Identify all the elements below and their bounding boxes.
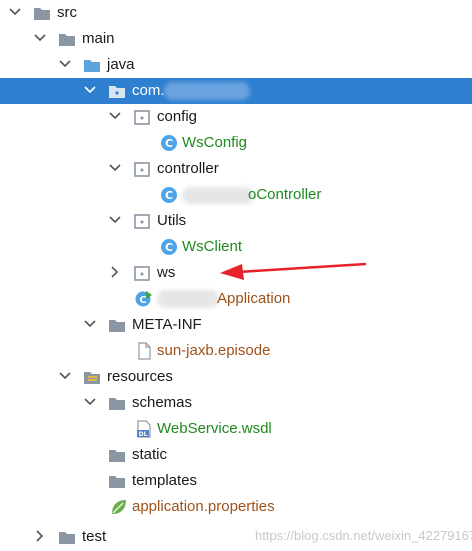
tree-row-controller-class[interactable]: C oController: [0, 182, 472, 208]
class-icon: C: [160, 186, 178, 204]
svg-text:DL: DL: [139, 431, 148, 438]
chevron-down-icon[interactable]: [8, 5, 22, 19]
file-icon: [135, 342, 153, 360]
package-icon: [133, 264, 151, 282]
tree-label-test: test: [82, 528, 107, 545]
tree-row-sun-jaxb[interactable]: sun-jaxb.episode: [0, 338, 472, 364]
class-icon: C: [160, 134, 178, 152]
tree-label-config: config: [157, 108, 198, 125]
tree-row-meta-inf[interactable]: META-INF: [0, 312, 472, 338]
package-icon: [133, 212, 151, 230]
tree-label-java: java: [107, 56, 135, 73]
package-icon: [133, 108, 151, 126]
tree-label-src: src: [57, 4, 77, 21]
chevron-right-icon[interactable]: [108, 265, 122, 279]
chevron-down-icon[interactable]: [108, 213, 122, 227]
watermark-text: https://blog.csdn.net/weixin_42279167: [255, 528, 472, 543]
source-folder-icon: [83, 56, 101, 74]
tree-label-wsconfig: WsConfig: [182, 134, 248, 151]
chevron-down-icon[interactable]: [83, 83, 97, 97]
package-icon: [108, 82, 126, 100]
tree-row-templates[interactable]: templates: [0, 468, 472, 494]
tree-row-schemas[interactable]: schemas: [0, 390, 472, 416]
chevron-right-icon[interactable]: [33, 529, 47, 543]
svg-text:C: C: [139, 295, 146, 306]
red-arrow-annotation: [220, 262, 367, 280]
folder-icon: [33, 4, 51, 22]
tree-row-main[interactable]: main: [0, 26, 472, 52]
tree-row-application[interactable]: C Application: [0, 286, 472, 312]
tree-label-application: Application: [217, 290, 291, 307]
class-icon: C: [160, 238, 178, 256]
tree-row-utils[interactable]: Utils: [0, 208, 472, 234]
folder-icon: [108, 472, 126, 490]
tree-label-schemas: schemas: [132, 394, 193, 411]
redaction-blur: [182, 187, 254, 204]
redaction-blur: [164, 82, 250, 100]
chevron-down-icon[interactable]: [108, 161, 122, 175]
tree-label-controller-class: oController: [248, 186, 322, 203]
folder-icon: [108, 394, 126, 412]
svg-text:C: C: [165, 189, 173, 202]
tree-label-com-package: com.: [132, 82, 165, 99]
chevron-down-icon[interactable]: [108, 109, 122, 123]
tree-row-app-properties[interactable]: application.properties: [0, 494, 472, 520]
tree-row-controller[interactable]: controller: [0, 156, 472, 182]
wsdl-file-icon: DL: [135, 420, 153, 438]
folder-icon: [58, 30, 76, 48]
tree-label-templates: templates: [132, 472, 198, 489]
resources-folder-icon: [83, 368, 101, 386]
tree-label-controller: controller: [157, 160, 219, 177]
tree-row-config[interactable]: config: [0, 104, 472, 130]
tree-label-static: static: [132, 446, 168, 463]
tree-label-wsdl: WebService.wsdl: [157, 420, 272, 437]
tree-label-app-properties: application.properties: [132, 498, 275, 515]
tree-row-src[interactable]: src: [0, 0, 472, 26]
tree-label-wsclient: WsClient: [182, 238, 243, 255]
tree-label-main: main: [82, 30, 115, 47]
folder-icon: [58, 528, 76, 546]
spring-boot-app-icon: C: [135, 290, 153, 308]
tree-label-utils: Utils: [157, 212, 187, 229]
tree-label-meta-inf: META-INF: [132, 316, 202, 333]
chevron-down-icon[interactable]: [58, 369, 72, 383]
tree-label-sun-jaxb: sun-jaxb.episode: [157, 342, 271, 359]
tree-row-resources[interactable]: resources: [0, 364, 472, 390]
tree-label-resources: resources: [107, 368, 173, 385]
spring-leaf-icon: [110, 498, 128, 516]
folder-icon: [108, 316, 126, 334]
chevron-down-icon[interactable]: [58, 57, 72, 71]
package-icon: [133, 160, 151, 178]
chevron-down-icon[interactable]: [33, 31, 47, 45]
tree-row-java[interactable]: java: [0, 52, 472, 78]
tree-row-com-package[interactable]: com.: [0, 78, 472, 104]
folder-icon: [108, 446, 126, 464]
redaction-blur: [157, 290, 219, 308]
chevron-down-icon[interactable]: [83, 395, 97, 409]
svg-text:C: C: [165, 241, 173, 254]
tree-row-wsdl[interactable]: DL WebService.wsdl: [0, 416, 472, 442]
tree-row-wsclient[interactable]: C WsClient: [0, 234, 472, 260]
tree-label-ws: ws: [157, 264, 176, 281]
tree-row-static[interactable]: static: [0, 442, 472, 468]
chevron-down-icon[interactable]: [83, 317, 97, 331]
svg-text:C: C: [165, 137, 173, 150]
tree-row-wsconfig[interactable]: C WsConfig: [0, 130, 472, 156]
